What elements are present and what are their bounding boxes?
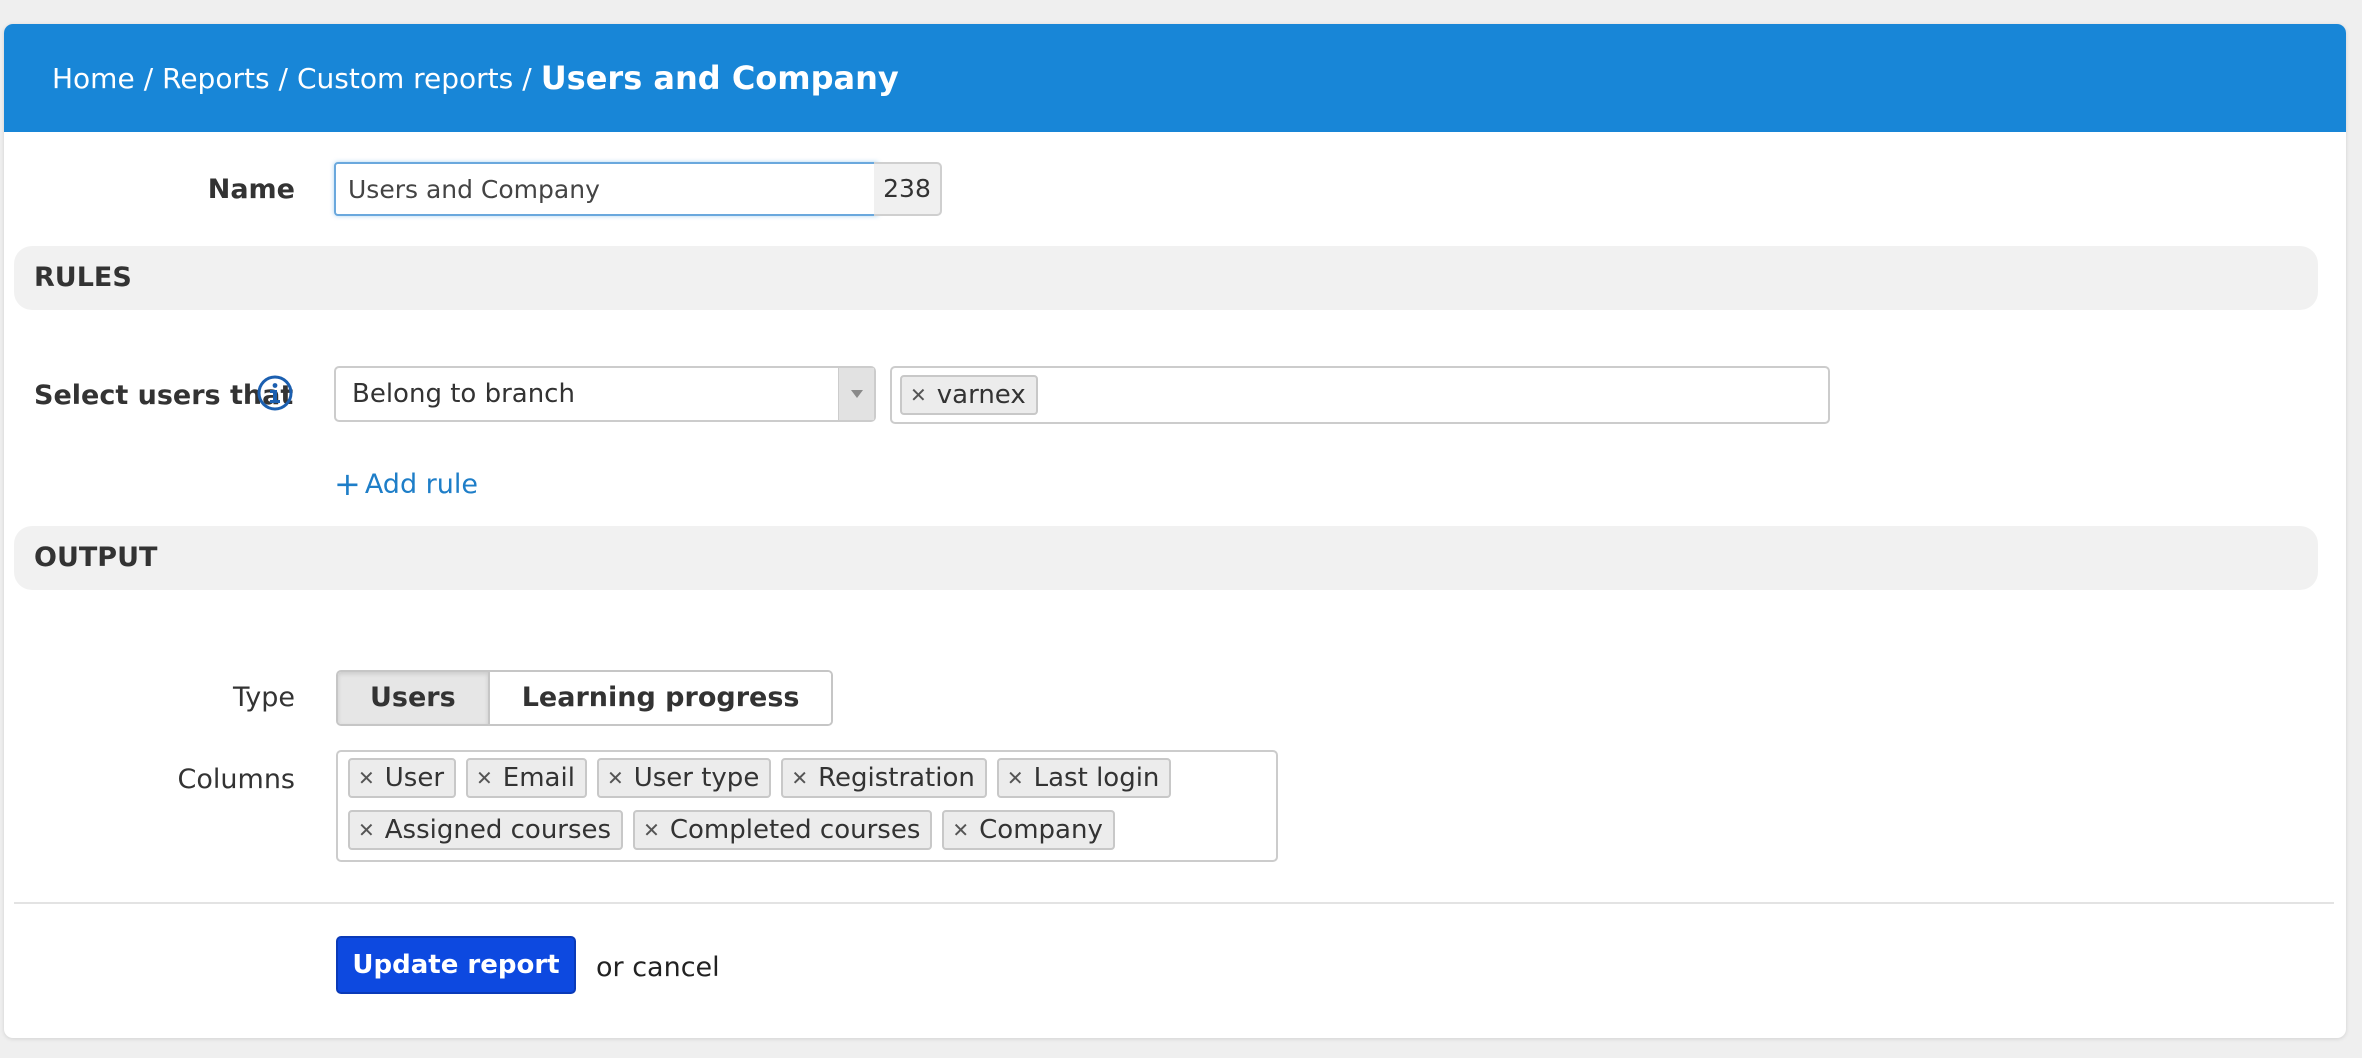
breadcrumb-reports[interactable]: Reports: [162, 62, 269, 95]
breadcrumb-separator: /: [278, 61, 288, 95]
form-divider: [14, 902, 2334, 904]
tag-label: Completed courses: [669, 815, 921, 845]
tag-label: Email: [502, 763, 575, 793]
rule-type-value: Belong to branch: [352, 379, 575, 409]
breadcrumb-custom-reports[interactable]: Custom reports: [297, 62, 513, 95]
tag-label: Assigned courses: [384, 815, 612, 845]
close-x-icon[interactable]: ✕: [358, 766, 375, 790]
type-label: Type: [232, 682, 295, 713]
column-tag: ✕ Last login: [996, 758, 1172, 798]
report-card: Home / Reports / Custom reports / Users …: [4, 24, 2346, 1038]
info-icon[interactable]: [256, 374, 294, 412]
rule-type-select[interactable]: Belong to branch: [334, 366, 876, 422]
close-x-icon[interactable]: ✕: [1007, 766, 1024, 790]
update-report-button[interactable]: Update report: [336, 936, 576, 994]
rules-section-header: RULES: [14, 246, 2318, 310]
close-x-icon[interactable]: ✕: [358, 818, 375, 842]
name-char-counter: 238: [874, 162, 942, 216]
column-tag: ✕ User type: [596, 758, 772, 798]
breadcrumb-separator: /: [522, 61, 532, 95]
close-x-icon[interactable]: ✕: [952, 818, 969, 842]
tag-label: varnex: [936, 380, 1026, 410]
close-x-icon[interactable]: ✕: [910, 383, 927, 407]
type-users-button[interactable]: Users: [338, 672, 490, 724]
columns-input[interactable]: ✕ User ✕ Email ✕ User type ✕ Registration ✕ Last …: [336, 750, 1278, 862]
column-tag: ✕ User: [348, 758, 457, 798]
type-toggle-group: Users Learning progress: [336, 670, 834, 726]
tag-label: Company: [979, 815, 1103, 845]
tag-label: Registration: [818, 763, 975, 793]
close-x-icon[interactable]: ✕: [643, 818, 660, 842]
tag-label: User type: [633, 763, 760, 793]
close-x-icon[interactable]: ✕: [607, 766, 624, 790]
add-rule-label: Add rule: [364, 468, 478, 500]
plus-icon: +: [334, 465, 361, 503]
type-learning-progress-button[interactable]: Learning progress: [489, 672, 832, 724]
breadcrumb-home[interactable]: Home: [52, 62, 135, 95]
column-tag: ✕ Email: [466, 758, 587, 798]
column-tag: ✕ Assigned courses: [348, 810, 624, 850]
column-tag: ✕ Registration: [781, 758, 987, 798]
close-x-icon[interactable]: ✕: [791, 766, 808, 790]
caret-down-icon[interactable]: [838, 368, 874, 420]
cancel-link[interactable]: or cancel: [596, 952, 720, 983]
output-section-header: OUTPUT: [14, 526, 2318, 590]
breadcrumb-current: Users and Company: [540, 59, 899, 97]
tag-label: Last login: [1033, 763, 1160, 793]
close-x-icon[interactable]: ✕: [476, 766, 493, 790]
name-label: Name: [207, 174, 295, 205]
add-rule-link[interactable]: + Add rule: [334, 468, 478, 500]
column-tag: ✕ Company: [942, 810, 1115, 850]
select-users-label: Select users that: [34, 380, 294, 411]
breadcrumb-separator: /: [143, 61, 154, 95]
rule-value-tag: ✕ varnex: [900, 375, 1038, 415]
tag-label: User: [384, 763, 445, 793]
name-input[interactable]: [334, 162, 878, 216]
page-header: Home / Reports / Custom reports / Users …: [4, 24, 2346, 132]
columns-label: Columns: [177, 764, 295, 795]
column-tag: ✕ Completed courses: [633, 810, 933, 850]
rule-values-input[interactable]: ✕ varnex: [890, 366, 1830, 424]
